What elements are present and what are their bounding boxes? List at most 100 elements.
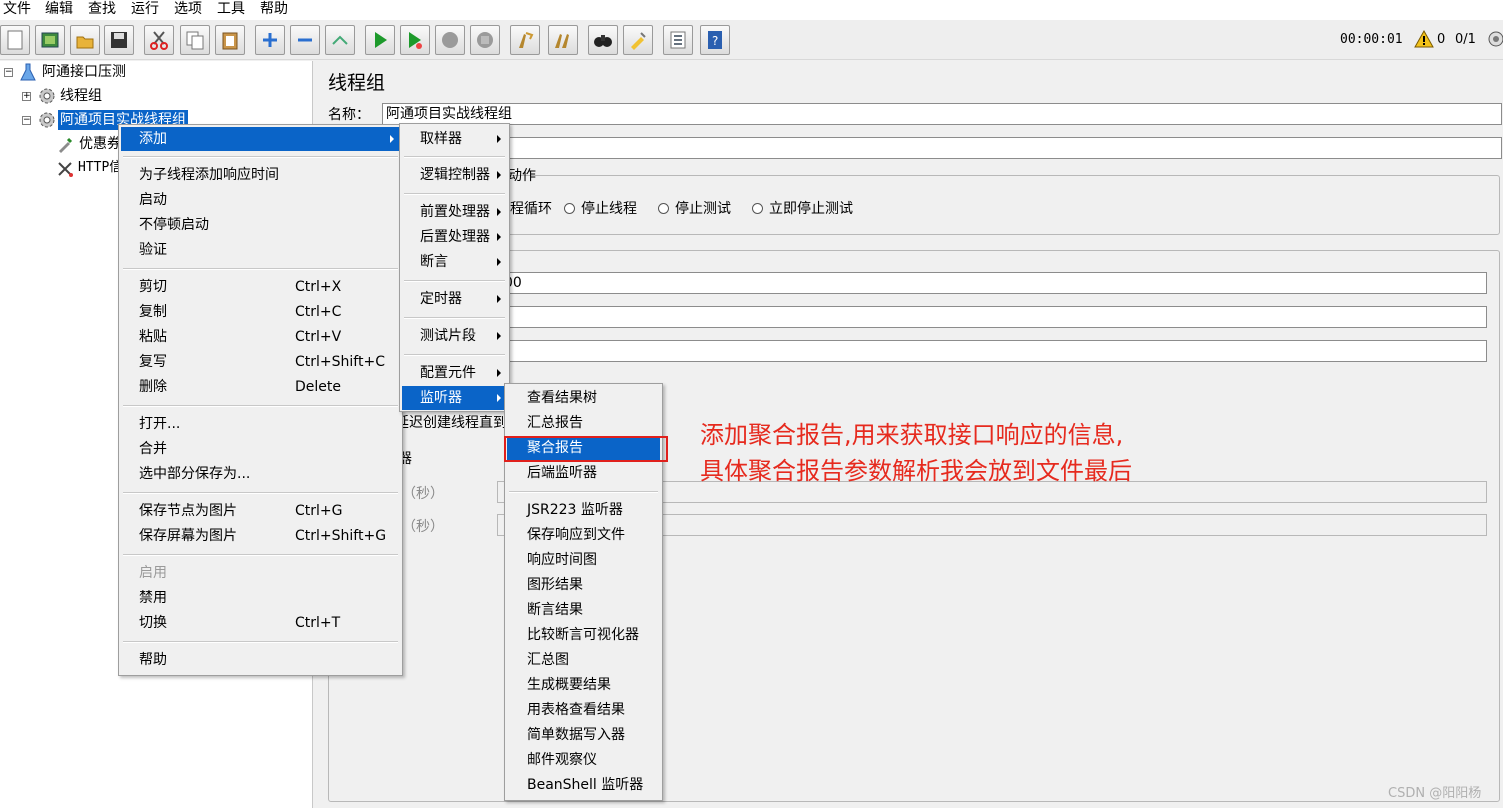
menu-item-beanshell-listener[interactable]: BeanShell 监听器 bbox=[507, 773, 660, 797]
collapse-toggle-icon[interactable]: − bbox=[22, 116, 31, 125]
toolbar: ? 00:00:01 0 0/1 bbox=[0, 20, 1503, 60]
reset-search-icon[interactable] bbox=[623, 25, 653, 55]
menu-run[interactable]: 运行 bbox=[131, 0, 159, 20]
radio-stop-test-now[interactable]: 立即停止测试 bbox=[752, 198, 853, 218]
paste-icon[interactable] bbox=[215, 25, 245, 55]
collapse-icon[interactable] bbox=[290, 25, 320, 55]
remote-icon[interactable] bbox=[1487, 30, 1503, 52]
menu-item-save-screen-image[interactable]: 保存屏幕为图片 Ctrl+Shift+G bbox=[121, 524, 400, 548]
menu-item-merge[interactable]: 合并 bbox=[121, 437, 400, 461]
menu-item-add[interactable]: 添加 bbox=[121, 127, 400, 151]
stop-icon[interactable] bbox=[435, 25, 465, 55]
menu-item-listener[interactable]: 监听器 bbox=[402, 386, 507, 410]
new-icon[interactable] bbox=[0, 25, 30, 55]
menu-tools[interactable]: 工具 bbox=[217, 0, 245, 20]
menu-item-add-response-time[interactable]: 为子线程添加响应时间 bbox=[121, 163, 400, 187]
menu-item-mailer-visualizer[interactable]: 邮件观察仪 bbox=[507, 748, 660, 772]
menu-item-aggregate-graph[interactable]: 汇总图 bbox=[507, 648, 660, 672]
svg-text:?: ? bbox=[712, 34, 718, 48]
menu-item-view-results-tree[interactable]: 查看结果树 bbox=[507, 386, 660, 410]
menu-item-help[interactable]: 帮助 bbox=[121, 648, 400, 672]
start-no-pause-icon[interactable] bbox=[400, 25, 430, 55]
name-field[interactable]: 阿通项目实战线程组 bbox=[382, 103, 1502, 125]
tree-node-http[interactable]: HTTP信 bbox=[78, 158, 122, 178]
menu-item-assertion-results[interactable]: 断言结果 bbox=[507, 598, 660, 622]
active-threads: 0/1 bbox=[1455, 32, 1476, 47]
menu-item-save-responses[interactable]: 保存响应到文件 bbox=[507, 523, 660, 547]
threads-field[interactable]: 00 bbox=[500, 272, 1487, 294]
expand-toggle-icon[interactable]: + bbox=[22, 92, 31, 101]
radio-stop-test[interactable]: 停止测试 bbox=[658, 198, 731, 218]
menu-item-simple-data-writer[interactable]: 简单数据写入器 bbox=[507, 723, 660, 747]
cut-icon[interactable] bbox=[144, 25, 174, 55]
menu-item-toggle[interactable]: 切换 Ctrl+T bbox=[121, 611, 400, 635]
menu-item-comparison-assertion-visualizer[interactable]: 比较断言可视化器 bbox=[507, 623, 660, 647]
menu-item-duplicate[interactable]: 复写 Ctrl+Shift+C bbox=[121, 350, 400, 374]
menu-item-graph-results[interactable]: 图形结果 bbox=[507, 573, 660, 597]
menu-item-timer[interactable]: 定时器 bbox=[402, 287, 507, 311]
menu-item-disable[interactable]: 禁用 bbox=[121, 586, 400, 610]
http-sampler-icon bbox=[56, 160, 74, 182]
menu-edit[interactable]: 编辑 bbox=[45, 0, 73, 20]
menu-item-pre-processor[interactable]: 前置处理器 bbox=[402, 200, 507, 224]
annotation-line-2: 具体聚合报告参数解析我会放到文件最后 bbox=[700, 457, 1132, 485]
menu-item-cut[interactable]: 剪切 Ctrl+X bbox=[121, 275, 400, 299]
toggle-icon[interactable] bbox=[325, 25, 355, 55]
menu-item-backend-listener[interactable]: 后端监听器 bbox=[507, 461, 660, 485]
menu-item-delete[interactable]: 删除 Delete bbox=[121, 375, 400, 399]
menu-item-enable: 启用 bbox=[139, 565, 167, 581]
error-action-legend: 动作 bbox=[508, 168, 536, 184]
expand-icon[interactable] bbox=[255, 25, 285, 55]
menu-search[interactable]: 查找 bbox=[88, 0, 116, 20]
shutdown-icon[interactable] bbox=[470, 25, 500, 55]
warning-icon[interactable] bbox=[1414, 29, 1434, 52]
radio-stop-thread[interactable]: 停止线程 bbox=[564, 198, 637, 218]
menu-item-save-selection[interactable]: 选中部分保存为... bbox=[121, 462, 400, 486]
ramp-up-field[interactable] bbox=[500, 306, 1487, 328]
menu-item-jsr223-listener[interactable]: JSR223 监听器 bbox=[507, 498, 660, 522]
comment-field[interactable] bbox=[382, 137, 1502, 159]
menu-item-start[interactable]: 启动 bbox=[121, 188, 400, 212]
menu-help[interactable]: 帮助 bbox=[260, 0, 288, 20]
menu-item-view-results-table[interactable]: 用表格查看结果 bbox=[507, 698, 660, 722]
collapse-toggle-icon[interactable]: − bbox=[4, 68, 13, 77]
tree-node-coupon[interactable]: 优惠券 bbox=[79, 134, 121, 154]
menu-item-logic-controller[interactable]: 逻辑控制器 bbox=[402, 163, 507, 187]
save-icon[interactable] bbox=[104, 25, 134, 55]
loop-count-field[interactable] bbox=[500, 340, 1487, 362]
radio-loop-label[interactable]: 程循环 bbox=[510, 198, 552, 218]
search-icon[interactable] bbox=[588, 25, 618, 55]
menu-item-post-processor[interactable]: 后置处理器 bbox=[402, 225, 507, 249]
menu-item-sampler[interactable]: 取样器 bbox=[402, 127, 507, 151]
clear-all-icon[interactable] bbox=[548, 25, 578, 55]
copy-icon[interactable] bbox=[180, 25, 210, 55]
menu-file[interactable]: 文件 bbox=[3, 0, 31, 20]
menu-item-assertion[interactable]: 断言 bbox=[402, 250, 507, 274]
tree-node-thread-group[interactable]: 线程组 bbox=[60, 86, 102, 106]
menu-item-open[interactable]: 打开... bbox=[121, 412, 400, 436]
menu-item-paste[interactable]: 粘贴 Ctrl+V bbox=[121, 325, 400, 349]
menu-options[interactable]: 选项 bbox=[174, 0, 202, 20]
menu-item-start-no-pause[interactable]: 不停顿启动 bbox=[121, 213, 400, 237]
tree-node-test-plan[interactable]: 阿通接口压测 bbox=[42, 62, 126, 82]
menu-item-generate-summary[interactable]: 生成概要结果 bbox=[507, 673, 660, 697]
templates-icon[interactable] bbox=[35, 25, 65, 55]
clear-icon[interactable] bbox=[510, 25, 540, 55]
add-submenu: 取样器 逻辑控制器 前置处理器 后置处理器 断言 定时器 测试片段 配置元件 监… bbox=[399, 123, 510, 412]
menu-item-validate[interactable]: 验证 bbox=[121, 238, 400, 262]
start-icon[interactable] bbox=[365, 25, 395, 55]
function-helper-icon[interactable] bbox=[663, 25, 693, 55]
menu-item-test-fragment[interactable]: 测试片段 bbox=[402, 324, 507, 348]
error-count: 0 bbox=[1437, 32, 1446, 47]
duration-unit-label: （秒） bbox=[402, 486, 444, 502]
menu-item-config-element[interactable]: 配置元件 bbox=[402, 361, 507, 385]
gear-icon bbox=[38, 87, 56, 109]
menu-item-save-node-image[interactable]: 保存节点为图片 Ctrl+G bbox=[121, 499, 400, 523]
menu-item-summary-report[interactable]: 汇总报告 bbox=[507, 411, 660, 435]
menu-item-response-time-graph[interactable]: 响应时间图 bbox=[507, 548, 660, 572]
open-icon[interactable] bbox=[70, 25, 100, 55]
name-label: 名称： bbox=[328, 107, 370, 123]
menu-item-copy[interactable]: 复制 Ctrl+C bbox=[121, 300, 400, 324]
help-icon[interactable]: ? bbox=[700, 25, 730, 55]
pipette-icon bbox=[56, 136, 74, 158]
